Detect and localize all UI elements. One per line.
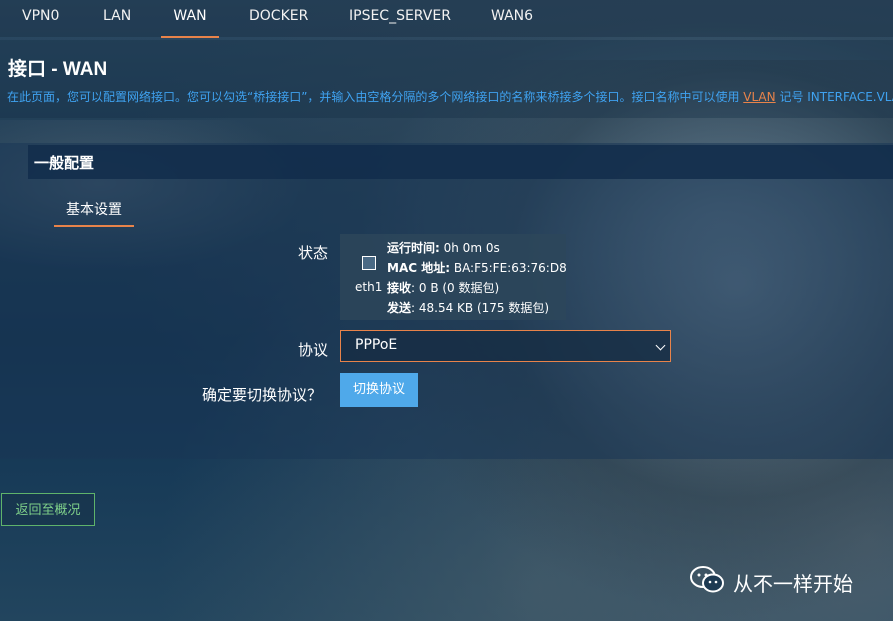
panel-header bbox=[28, 145, 893, 179]
interface-name: eth1 bbox=[355, 280, 383, 294]
mac-value: BA:F5:FE:63:76:D8 bbox=[450, 261, 567, 275]
page-title: 接口 - WAN bbox=[8, 59, 108, 80]
switch-protocol-label: 确定要切换协议？ bbox=[202, 386, 323, 404]
title-area bbox=[0, 40, 893, 118]
section-title: 一般配置 bbox=[34, 154, 95, 172]
back-to-overview-button[interactable]: 返回至概况 bbox=[1, 493, 95, 526]
uptime-value: 0h 0m 0s bbox=[439, 241, 500, 255]
uptime-row: 运行时间: 0h 0m 0s bbox=[387, 238, 567, 258]
status-details: 运行时间: 0h 0m 0s MAC 地址: BA:F5:FE:63:76:D8… bbox=[387, 238, 567, 318]
description-text: 在此页面，您可以配置网络接口。您可以勾选“桥接接口”，并输入由空格分隔的多个网络… bbox=[7, 90, 744, 104]
tab-wan6[interactable]: WAN6 bbox=[491, 0, 533, 36]
rx-key: 接收 bbox=[387, 281, 412, 295]
protocol-label: 协议 bbox=[298, 341, 329, 359]
rx-row: 接收: 0 B (0 数据包) bbox=[387, 278, 567, 298]
uptime-key: 运行时间: bbox=[387, 241, 440, 255]
tx-key: 发送 bbox=[387, 301, 412, 315]
vlan-link[interactable]: VLAN bbox=[743, 90, 775, 104]
switch-protocol-button[interactable]: 切换协议 bbox=[340, 373, 418, 407]
watermark-text: 从不一样开始 bbox=[733, 572, 853, 596]
protocol-select[interactable]: PPPoE bbox=[340, 330, 671, 362]
mac-row: MAC 地址: BA:F5:FE:63:76:D8 bbox=[387, 258, 567, 278]
tab-docker[interactable]: DOCKER bbox=[249, 0, 308, 36]
tab-basic-settings[interactable]: 基本设置 bbox=[54, 195, 134, 227]
description-suffix: 记号 INTERFACE.VLANNR bbox=[779, 90, 893, 104]
tab-vpn0[interactable]: VPN0 bbox=[22, 0, 59, 36]
ethernet-port-icon bbox=[362, 256, 376, 270]
top-tab-bar: VPN0 LAN WAN DOCKER IPSEC_SERVER WAN6 bbox=[0, 0, 893, 38]
tab-lan[interactable]: LAN bbox=[103, 0, 131, 36]
wechat-icon bbox=[690, 566, 724, 593]
tab-ipsec-server[interactable]: IPSEC_SERVER bbox=[349, 0, 451, 36]
rx-value: : 0 B (0 数据包) bbox=[411, 281, 500, 295]
protocol-selected-value: PPPoE bbox=[355, 337, 398, 353]
tx-row: 发送: 48.54 KB (175 数据包) bbox=[387, 298, 567, 318]
status-label: 状态 bbox=[298, 244, 329, 262]
mac-key: MAC 地址: bbox=[387, 261, 451, 275]
chevron-down-icon bbox=[655, 340, 666, 351]
tx-value: : 48.54 KB (175 数据包) bbox=[411, 301, 550, 315]
tab-wan[interactable]: WAN bbox=[161, 0, 219, 38]
page-description: 在此页面，您可以配置网络接口。您可以勾选“桥接接口”，并输入由空格分隔的多个网络… bbox=[7, 88, 893, 105]
